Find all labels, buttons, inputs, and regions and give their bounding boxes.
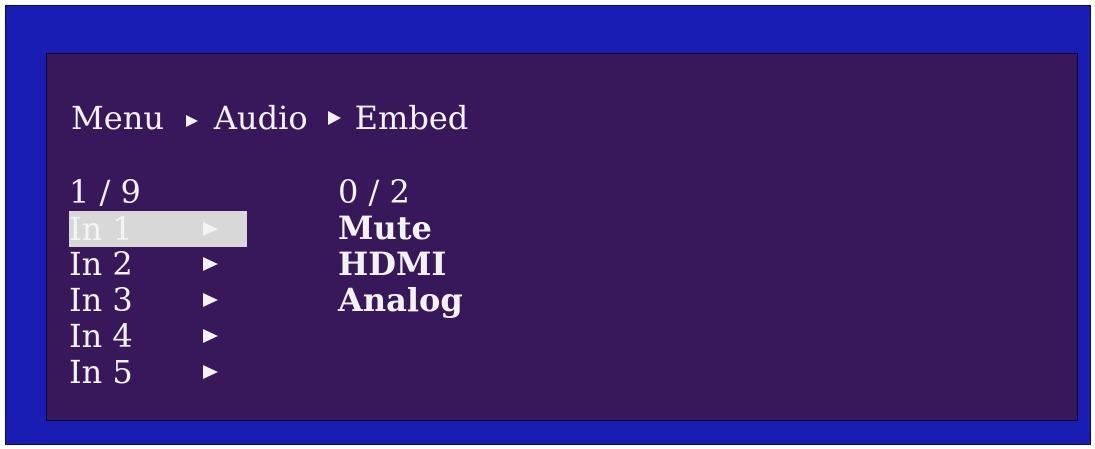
list-item-in-2[interactable]: In 2 xyxy=(69,246,289,282)
list-item-label: In 1 xyxy=(69,210,133,248)
list-item-label: In 3 xyxy=(69,281,133,319)
submenu-arrow-icon xyxy=(203,257,218,271)
input-list-counter: 1 / 9 xyxy=(69,173,141,211)
list-item-in-5[interactable]: In 5 xyxy=(69,354,289,390)
breadcrumb-item-audio[interactable]: Audio xyxy=(214,99,308,137)
list-item-label: In 5 xyxy=(69,353,133,391)
breadcrumb-arrow-icon xyxy=(327,111,341,125)
list-item-in-3[interactable]: In 3 xyxy=(69,282,289,318)
list-item-in-4[interactable]: In 4 xyxy=(69,318,289,354)
breadcrumb: Menu Audio Embed xyxy=(71,98,468,138)
list-item-label: In 4 xyxy=(69,317,133,355)
option-analog[interactable]: Analog xyxy=(338,282,638,318)
breadcrumb-item-embed: Embed xyxy=(354,99,469,137)
list-item-label: In 2 xyxy=(69,245,133,283)
breadcrumb-arrow-icon xyxy=(185,115,198,127)
list-item-in-1[interactable]: In 1 xyxy=(69,211,247,247)
breadcrumb-item-menu[interactable]: Menu xyxy=(71,99,164,137)
osd-screen: Menu Audio Embed 1 / 9 In 1 In 2 In 3 In… xyxy=(46,53,1078,421)
submenu-arrow-icon xyxy=(203,222,218,236)
submenu-arrow-icon xyxy=(203,329,218,343)
display-bezel: Menu Audio Embed 1 / 9 In 1 In 2 In 3 In… xyxy=(5,5,1091,445)
input-list: 1 / 9 In 1 In 2 In 3 In 4 In 5 xyxy=(69,174,289,390)
embed-source-list: 0 / 2 Mute HDMI Analog xyxy=(338,174,638,318)
submenu-arrow-icon xyxy=(203,365,218,379)
option-hdmi[interactable]: HDMI xyxy=(338,246,638,282)
submenu-arrow-icon xyxy=(203,293,218,307)
option-mute[interactable]: Mute xyxy=(338,210,638,246)
embed-source-counter: 0 / 2 xyxy=(338,173,410,211)
